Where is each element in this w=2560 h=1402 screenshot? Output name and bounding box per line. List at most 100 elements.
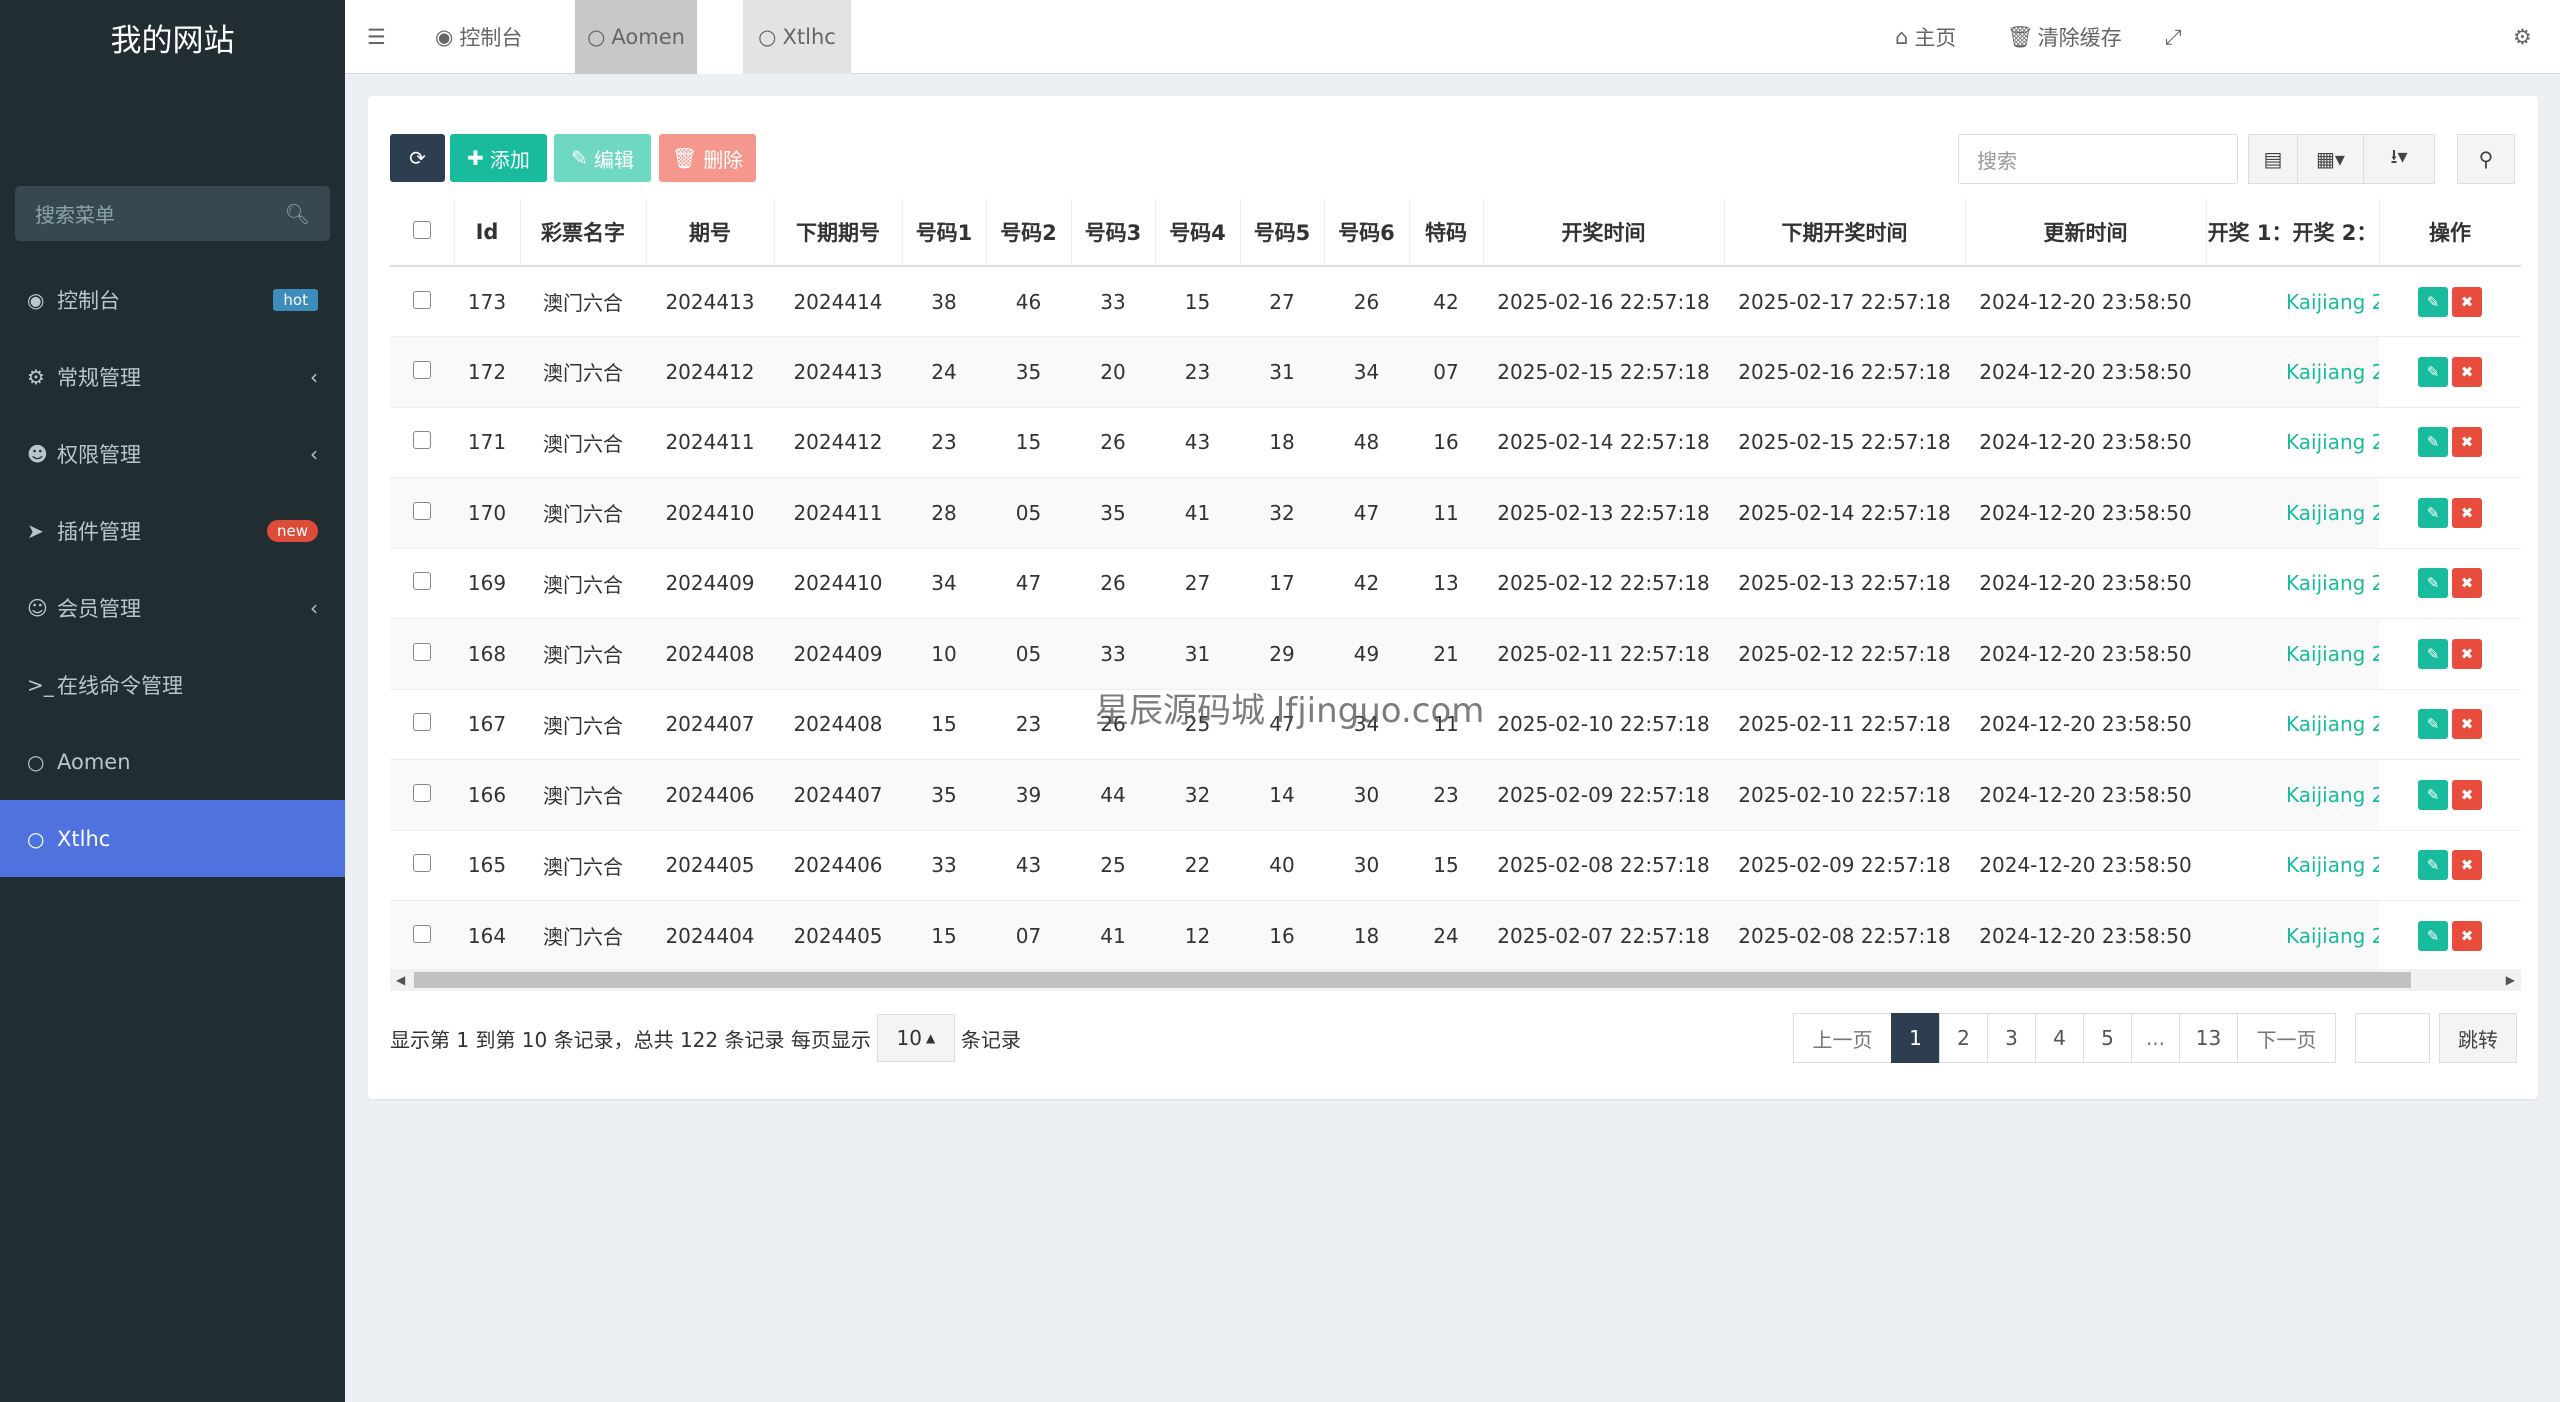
delete-button[interactable]: 🗑︎ 删除: [659, 134, 756, 182]
menu-search-input[interactable]: 搜索菜单 🔍︎: [15, 186, 330, 241]
sidebar-item-command[interactable]: >_ 在线命令管理: [0, 646, 345, 723]
page-button[interactable]: 4: [2035, 1013, 2084, 1063]
kaijiang-link[interactable]: Kaijiang 2: [2206, 548, 2379, 619]
row-edit-pencil-icon[interactable]: ✎: [2418, 850, 2448, 881]
row-edit-pencil-icon[interactable]: ✎: [2418, 356, 2448, 387]
table-row[interactable]: 166 澳门六合 2024406 2024407 35 39 44 32 14 30 23 2025-…: [390, 759, 2521, 831]
row-delete-trash-icon[interactable]: ✖: [2452, 356, 2482, 387]
row-edit-pencil-icon[interactable]: ✎: [2418, 779, 2448, 810]
table-row[interactable]: 168 澳门六合 2024408 2024409 10 05 33 31 29 49 21 2025-…: [390, 618, 2521, 690]
select-all-checkbox[interactable]: [390, 199, 455, 267]
kaijiang-link[interactable]: Kaijiang 2: [2206, 689, 2379, 760]
search-toggle-icon[interactable]: ⚲: [2457, 134, 2515, 184]
search-icon[interactable]: 🔍︎: [285, 202, 310, 226]
row-delete-trash-icon[interactable]: ✖: [2452, 779, 2482, 810]
sidebar-item-xtlhc[interactable]: ○ Xtlhc: [0, 800, 345, 877]
scrollbar-thumb[interactable]: [414, 972, 2411, 988]
kaijiang-link[interactable]: Kaijiang 2: [2206, 407, 2379, 478]
row-checkbox[interactable]: [390, 759, 454, 831]
clear-cache-button[interactable]: 🗑︎ 清除缓存: [2007, 0, 2122, 74]
row-delete-trash-icon[interactable]: ✖: [2452, 638, 2482, 669]
kaijiang-link[interactable]: Kaijiang 2: [2206, 266, 2379, 337]
page-button[interactable]: 2: [1939, 1013, 1988, 1063]
card-view-toggle-icon[interactable]: ▤: [2248, 134, 2298, 184]
hamburger-menu-icon[interactable]: ☰: [367, 0, 397, 74]
col-header[interactable]: 号码5: [1240, 199, 1325, 267]
row-delete-trash-icon[interactable]: ✖: [2452, 920, 2482, 951]
page-button[interactable]: 1: [1891, 1013, 1940, 1063]
tab-aomen[interactable]: ○ Aomen: [575, 0, 697, 74]
row-checkbox[interactable]: [390, 689, 454, 760]
home-link[interactable]: ⌂ 主页: [1895, 0, 1956, 74]
edit-button[interactable]: ✎ 编辑: [554, 134, 651, 182]
row-checkbox[interactable]: [390, 407, 454, 478]
row-delete-trash-icon[interactable]: ✖: [2452, 286, 2482, 317]
col-header[interactable]: 号码6: [1324, 199, 1410, 267]
row-edit-pencil-icon[interactable]: ✎: [2418, 427, 2448, 458]
row-checkbox[interactable]: [390, 548, 454, 619]
row-edit-pencil-icon[interactable]: ✎: [2418, 286, 2448, 317]
jump-button[interactable]: 跳转: [2439, 1013, 2517, 1063]
site-logo[interactable]: 我的网站: [0, 0, 345, 74]
col-header[interactable]: 号码3: [1071, 199, 1156, 267]
columns-dropdown-icon[interactable]: ▦▾: [2297, 134, 2364, 184]
col-header[interactable]: 下期开奖时间: [1724, 199, 1966, 267]
kaijiang-link[interactable]: Kaijiang 2: [2206, 830, 2379, 901]
col-header[interactable]: 更新时间: [1965, 199, 2207, 267]
page-button[interactable]: 13: [2179, 1013, 2238, 1063]
tab-xtlhc[interactable]: ○ Xtlhc: [743, 0, 851, 74]
sidebar-item-plugins[interactable]: ➤ 插件管理 new: [0, 492, 345, 569]
table-row[interactable]: 167 澳门六合 2024407 2024408 15 23 26 25 47 34 11 2025-…: [390, 689, 2521, 760]
add-button[interactable]: ✚ 添加: [450, 134, 547, 182]
kaijiang-link[interactable]: Kaijiang 2: [2206, 618, 2379, 690]
row-edit-pencil-icon[interactable]: ✎: [2418, 568, 2448, 599]
table-row[interactable]: 165 澳门六合 2024405 2024406 33 43 25 22 40 30 15 2025-…: [390, 830, 2521, 901]
page-size-select[interactable]: 10 ▲: [876, 1014, 955, 1062]
row-delete-trash-icon[interactable]: ✖: [2452, 427, 2482, 458]
kaijiang-link[interactable]: Kaijiang 2: [2206, 477, 2379, 549]
row-checkbox[interactable]: [390, 266, 454, 337]
prev-page-button[interactable]: 上一页: [1793, 1013, 1892, 1063]
row-edit-pencil-icon[interactable]: ✎: [2418, 497, 2448, 528]
sidebar-item-members[interactable]: ☺ 会员管理 ‹: [0, 569, 345, 646]
col-header[interactable]: 特码: [1409, 199, 1484, 267]
row-delete-trash-icon[interactable]: ✖: [2452, 568, 2482, 599]
col-header[interactable]: 开奖时间: [1483, 199, 1725, 267]
row-edit-pencil-icon[interactable]: ✎: [2418, 709, 2448, 740]
next-page-button[interactable]: 下一页: [2237, 1013, 2336, 1063]
row-edit-pencil-icon[interactable]: ✎: [2418, 920, 2448, 951]
kaijiang-link[interactable]: Kaijiang 2: [2206, 900, 2379, 972]
row-checkbox[interactable]: [390, 477, 454, 549]
row-edit-pencil-icon[interactable]: ✎: [2418, 638, 2448, 669]
table-row[interactable]: 169 澳门六合 2024409 2024410 34 47 26 27 17 42 13 2025-…: [390, 548, 2521, 619]
col-header[interactable]: 号码4: [1155, 199, 1241, 267]
horizontal-scrollbar[interactable]: ◀ ▶: [390, 969, 2521, 991]
row-checkbox[interactable]: [390, 900, 454, 972]
col-header[interactable]: 号码1: [902, 199, 987, 267]
table-row[interactable]: 171 澳门六合 2024411 2024412 23 15 26 43 18 48 16 2025-…: [390, 407, 2521, 478]
row-checkbox[interactable]: [390, 830, 454, 901]
page-button[interactable]: 5: [2083, 1013, 2132, 1063]
fullscreen-icon[interactable]: ⤢: [2165, 0, 2182, 74]
row-checkbox[interactable]: [390, 336, 454, 408]
scroll-right-arrow-icon[interactable]: ▶: [2506, 969, 2515, 991]
row-delete-trash-icon[interactable]: ✖: [2452, 709, 2482, 740]
kaijiang-link[interactable]: Kaijiang 2: [2206, 759, 2379, 831]
row-delete-trash-icon[interactable]: ✖: [2452, 497, 2482, 528]
col-header[interactable]: 下期期号: [774, 199, 903, 267]
scroll-left-arrow-icon[interactable]: ◀: [396, 969, 405, 991]
sidebar-item-dashboard[interactable]: ◉ 控制台 hot: [0, 261, 345, 338]
sidebar-item-general[interactable]: ⚙ 常规管理 ‹: [0, 338, 345, 415]
kaijiang-link[interactable]: Kaijiang 2: [2206, 336, 2379, 408]
row-delete-trash-icon[interactable]: ✖: [2452, 850, 2482, 881]
settings-gears-icon[interactable]: ⚙: [2513, 0, 2532, 74]
page-button[interactable]: 3: [1987, 1013, 2036, 1063]
table-search-input[interactable]: 搜索: [1958, 134, 2238, 184]
table-row[interactable]: 170 澳门六合 2024410 2024411 28 05 35 41 32 47 11 2025-…: [390, 477, 2521, 549]
table-row[interactable]: 164 澳门六合 2024404 2024405 15 07 41 12 16 18 24 2025-…: [390, 900, 2521, 972]
row-checkbox[interactable]: [390, 618, 454, 690]
col-header[interactable]: 号码2: [986, 199, 1072, 267]
col-header[interactable]: 开奖 1：开奖 2：: [2206, 199, 2380, 267]
col-header[interactable]: Id: [454, 199, 521, 267]
refresh-button[interactable]: ⟳: [390, 134, 445, 182]
